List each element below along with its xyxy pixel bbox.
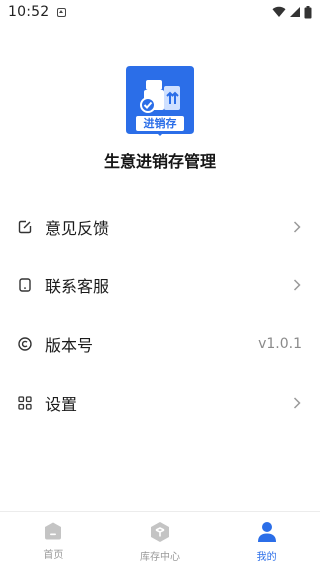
grid-icon: [17, 395, 33, 411]
logo-text: 进销存: [143, 117, 177, 130]
chevron-right-icon: [293, 397, 301, 409]
tab-label: 库存中心: [140, 552, 180, 563]
status-time: 10:52: [8, 4, 50, 20]
edit-icon: [17, 219, 33, 235]
menu-item-feedback[interactable]: 意见反馈: [0, 198, 320, 256]
tab-label: 首页: [43, 550, 64, 561]
menu-item-settings[interactable]: 设置: [0, 374, 320, 432]
notification-icon: [57, 7, 67, 17]
chevron-right-icon: [293, 221, 301, 233]
signal-icon: [290, 7, 300, 17]
tab-mine[interactable]: 我的: [213, 512, 320, 569]
menu-label: 版本号: [45, 336, 94, 355]
version-value: v1.0.1: [258, 336, 302, 352]
box-icon: [151, 522, 169, 542]
menu-item-version: 版本号 v1.0.1: [0, 315, 320, 373]
copyright-icon: [17, 336, 33, 352]
menu-item-customer-service[interactable]: 联系客服: [0, 256, 320, 314]
menu-label: 联系客服: [45, 277, 110, 296]
phone-icon: [17, 277, 33, 293]
user-icon: [257, 522, 276, 542]
bottom-tab-bar: 首页 库存中心 我的: [0, 511, 320, 569]
tab-home[interactable]: 首页: [0, 512, 107, 569]
tab-inventory-center[interactable]: 库存中心: [107, 512, 214, 569]
wifi-icon: [272, 6, 286, 18]
chevron-right-icon: [293, 279, 301, 291]
status-bar: 10:52: [0, 0, 320, 24]
battery-icon: [304, 5, 312, 18]
app-logo: 进销存: [124, 64, 196, 136]
app-name: 生意进销存管理: [103, 152, 216, 171]
tab-label: 我的: [256, 552, 277, 563]
menu-label: 意见反馈: [45, 219, 110, 238]
home-icon: [45, 522, 62, 540]
status-right: [272, 5, 312, 19]
menu-label: 设置: [45, 395, 78, 414]
status-left: 10:52: [8, 4, 67, 20]
